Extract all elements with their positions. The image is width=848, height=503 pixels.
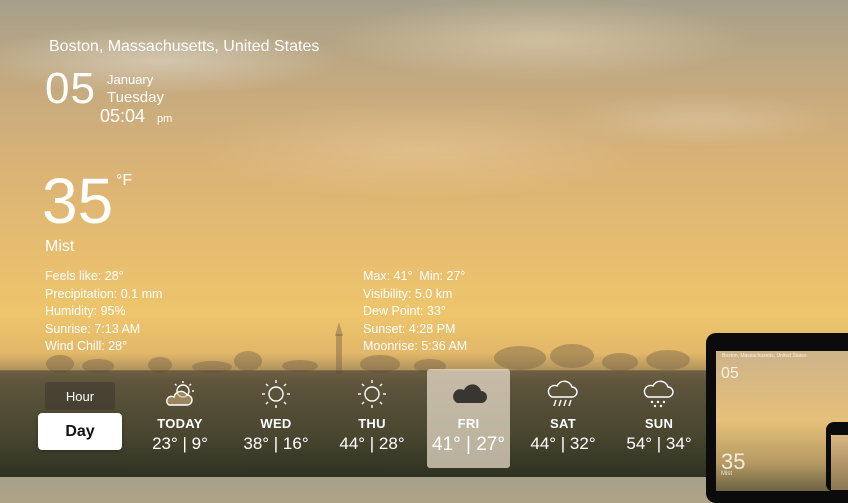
detail-feels-like: Feels like: 28° [45,269,124,283]
cloud-icon [427,378,510,410]
forecast-day-sun[interactable]: SUN 54° | 34° [619,378,699,454]
forecast-label: TODAY [157,416,203,431]
forecast-label: SAT [550,416,576,431]
forecast-day-sat[interactable]: SAT 44° | 32° [523,378,603,454]
forecast-label: SUN [644,416,674,431]
location-title: Boston, Massachusetts, United States [49,38,320,55]
partly-cloudy-icon [140,378,220,410]
forecast-day-fri[interactable]: FRI 41° | 27° [427,369,510,468]
forecast-range: 41° | 27° [432,434,505,455]
forecast-label: FRI [457,416,480,431]
detail-sunrise: Sunrise: 7:13 AM [45,321,141,336]
detail-precipitation: Precipitation: 0.1 mm [45,286,163,301]
phone-screen [831,435,848,490]
details-right: Max: 41° Min: 27° Visibility: 5.0 km Dew… [363,268,467,356]
hour-toggle-button[interactable]: Hour [45,382,115,410]
forecast-range: 44° | 28° [339,434,405,453]
tablet-condition: Mist [721,471,732,477]
snow-cloud-icon [619,378,699,410]
detail-sunset: Sunset: 4:28 PM [363,321,456,336]
day-toggle-button[interactable]: Day [38,413,122,450]
detail-moonrise: Moonrise: 5:36 AM [363,339,468,353]
tablet-date: 05 [721,365,739,382]
detail-dew-point: Dew Point: 33° [363,304,446,318]
date-weekday: Tuesday [107,89,164,106]
temperature-unit: °F [116,172,133,189]
rain-cloud-icon [523,378,603,410]
current-temperature: 35 [42,165,114,237]
detail-visibility: Visibility: 5.0 km [363,286,453,301]
forecast-label: THU [358,416,386,431]
detail-max-min: Max: 41° Min: 27° [363,269,466,283]
sun-icon [236,378,316,410]
tablet-location: Boston, Massachusetts, United States [722,353,807,359]
time-ampm: pm [157,113,173,125]
details-left: Feels like: 28° Precipitation: 0.1 mm Hu… [45,268,162,356]
detail-wind-chill: Wind Chill: 28° [45,339,128,353]
date-day: 05 [45,64,96,113]
forecast-range: 44° | 32° [530,434,596,453]
current-condition: Mist [45,238,75,255]
forecast-range: 38° | 16° [243,434,309,453]
forecast-day-today[interactable]: TODAY 23° | 9° [140,378,220,454]
phone-preview [826,422,848,492]
forecast-label: WED [260,416,292,431]
forecast-range: 23° | 9° [152,434,208,453]
forecast-range: 54° | 34° [626,434,692,453]
date-month: January [107,72,154,87]
forecast-day-wed[interactable]: WED 38° | 16° [236,378,316,454]
sun-icon [332,378,412,410]
current-time: 05:04 [100,106,146,126]
forecast-day-thu[interactable]: THU 44° | 28° [332,378,412,454]
detail-humidity: Humidity: 95% [45,304,126,318]
